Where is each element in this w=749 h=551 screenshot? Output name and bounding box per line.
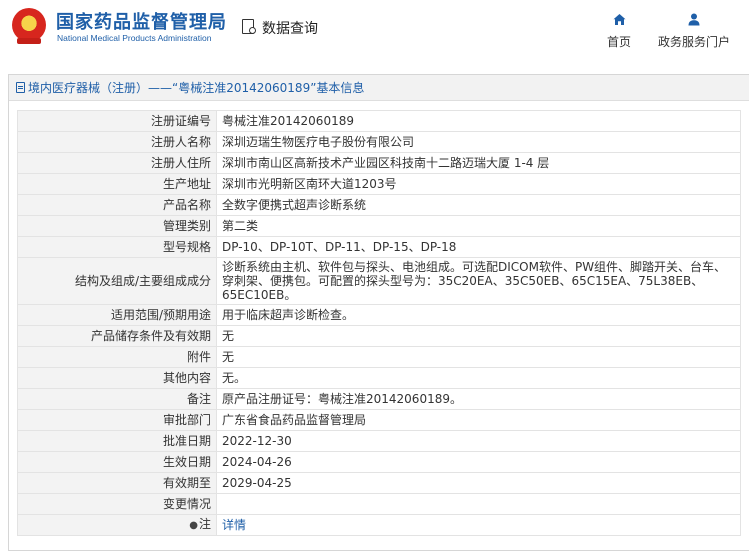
field-label: 批准日期	[17, 430, 217, 452]
field-value: 广东省食品药品监督管理局	[216, 409, 741, 431]
field-label: 变更情况	[17, 493, 217, 515]
field-value: 用于临床超声诊断检查。	[216, 304, 741, 326]
field-value: 第二类	[216, 215, 741, 237]
field-value: DP-10、DP-10T、DP-11、DP-15、DP-18	[216, 236, 741, 258]
note-label: 注	[198, 517, 211, 531]
field-label: 注册人住所	[17, 152, 217, 174]
field-label: 有效期至	[17, 472, 217, 494]
field-value: 深圳迈瑞生物医疗电子股份有限公司	[216, 131, 741, 153]
field-value: 深圳市光明新区南环大道1203号	[216, 173, 741, 195]
registration-detail-table: 注册证编号 粤械注准20142060189 注册人名称 深圳迈瑞生物医疗电子股份有限…	[17, 110, 741, 536]
field-label: 产品储存条件及有效期	[17, 325, 217, 347]
table-row: 产品储存条件及有效期无	[17, 325, 741, 347]
table-row: 生产地址 深圳市光明新区南环大道1203号	[17, 173, 741, 195]
table-row: 注册证编号 粤械注准20142060189	[17, 110, 741, 132]
nav-home[interactable]: 首页	[603, 12, 635, 50]
field-value: 诊断系统由主机、软件包与探头、电池组成。可选配DICOM软件、PW组件、脚踏开关…	[216, 257, 741, 305]
field-label: 结构及组成/主要组成成分	[17, 257, 217, 305]
table-row: 备注 原产品注册证号：粤械注准20142060189。	[17, 388, 741, 410]
field-label: 注册证编号	[17, 110, 217, 132]
document-icon	[16, 82, 25, 93]
field-value: 2029-04-25	[216, 472, 741, 494]
field-label: 注册人名称	[17, 131, 217, 153]
table-row: 批准日期 2022-12-30	[17, 430, 741, 452]
site-header: 国家药品监督管理局 National Medical Products Admi…	[0, 0, 749, 62]
field-value: 2022-12-30	[216, 430, 741, 452]
field-label: 附件	[17, 346, 217, 368]
table-row: 管理类别 第二类	[17, 215, 741, 237]
site-title[interactable]: 国家药品监督管理局	[56, 8, 227, 34]
info-panel-header: 境内医疗器械（注册）——“粤械注准20142060189”基本信息	[9, 75, 749, 101]
table-row: 有效期至 2029-04-25	[17, 472, 741, 494]
field-value: 无	[216, 325, 741, 347]
table-row: 其他内容 无。	[17, 367, 741, 389]
nav-gov-services-label: 政务服务门户	[657, 35, 730, 49]
table-row: 注册人名称 深圳迈瑞生物医疗电子股份有限公司	[17, 131, 741, 153]
table-row: 结构及组成/主要组成成分 诊断系统由主机、软件包与探头、电池组成。可选配DICOM…	[17, 257, 741, 305]
field-value: 粤械注准20142060189	[216, 110, 741, 132]
table-row: 变更情况	[17, 493, 741, 515]
info-panel-title: 境内医疗器械（注册）——“粤械注准20142060189”基本信息	[28, 81, 365, 95]
note-label-cell: ●注	[17, 514, 217, 536]
map-pin-icon: ●	[189, 520, 198, 531]
nav-gov-services[interactable]: 政务服务门户	[656, 12, 732, 50]
field-value: 原产品注册证号：粤械注准20142060189。	[216, 388, 741, 410]
table-row: 产品名称 全数字便携式超声诊断系统	[17, 194, 741, 216]
field-value: 全数字便携式超声诊断系统	[216, 194, 741, 216]
table-row: 型号规格 DP-10、DP-10T、DP-11、DP-15、DP-18	[17, 236, 741, 258]
field-label: 产品名称	[17, 194, 217, 216]
field-label: 备注	[17, 388, 217, 410]
device-info-panel: 境内医疗器械（注册）——“粤械注准20142060189”基本信息 注册证编号粤…	[8, 74, 749, 551]
field-value: 无。	[216, 367, 741, 389]
table-row: 审批部门 广东省食品药品监督管理局	[17, 409, 741, 431]
table-row: 生效日期 2024-04-26	[17, 451, 741, 473]
field-value: 深圳市南山区高新技术产业园区科技南十二路迈瑞大厦 1-4 层	[216, 152, 741, 174]
data-query-link[interactable]: 数据查询	[242, 18, 318, 38]
home-icon	[613, 12, 626, 27]
table-row: 附件无	[17, 346, 741, 368]
field-label: 生产地址	[17, 173, 217, 195]
site-subtitle: National Medical Products Administration	[57, 33, 212, 43]
field-value: 2024-04-26	[216, 451, 741, 473]
table-row: ●注 详情	[17, 514, 741, 536]
table-row: 注册人住所 深圳市南山区高新技术产业园区科技南十二路迈瑞大厦 1-4 层	[17, 152, 741, 174]
document-search-icon	[242, 19, 258, 37]
field-label: 管理类别	[17, 215, 217, 237]
field-value	[216, 493, 741, 515]
data-query-label: 数据查询	[262, 21, 318, 37]
field-label: 审批部门	[17, 409, 217, 431]
field-label: 生效日期	[17, 451, 217, 473]
field-label: 型号规格	[17, 236, 217, 258]
note-value-cell: 详情	[216, 514, 741, 536]
nav-home-label: 首页	[606, 35, 631, 49]
national-emblem-logo	[12, 8, 46, 44]
field-value: 无	[216, 346, 741, 368]
details-link[interactable]: 详情	[222, 518, 246, 532]
user-icon	[688, 12, 700, 27]
field-label: 其他内容	[17, 367, 217, 389]
field-label: 适用范围/预期用途	[17, 304, 217, 326]
table-row: 适用范围/预期用途 用于临床超声诊断检查。	[17, 304, 741, 326]
